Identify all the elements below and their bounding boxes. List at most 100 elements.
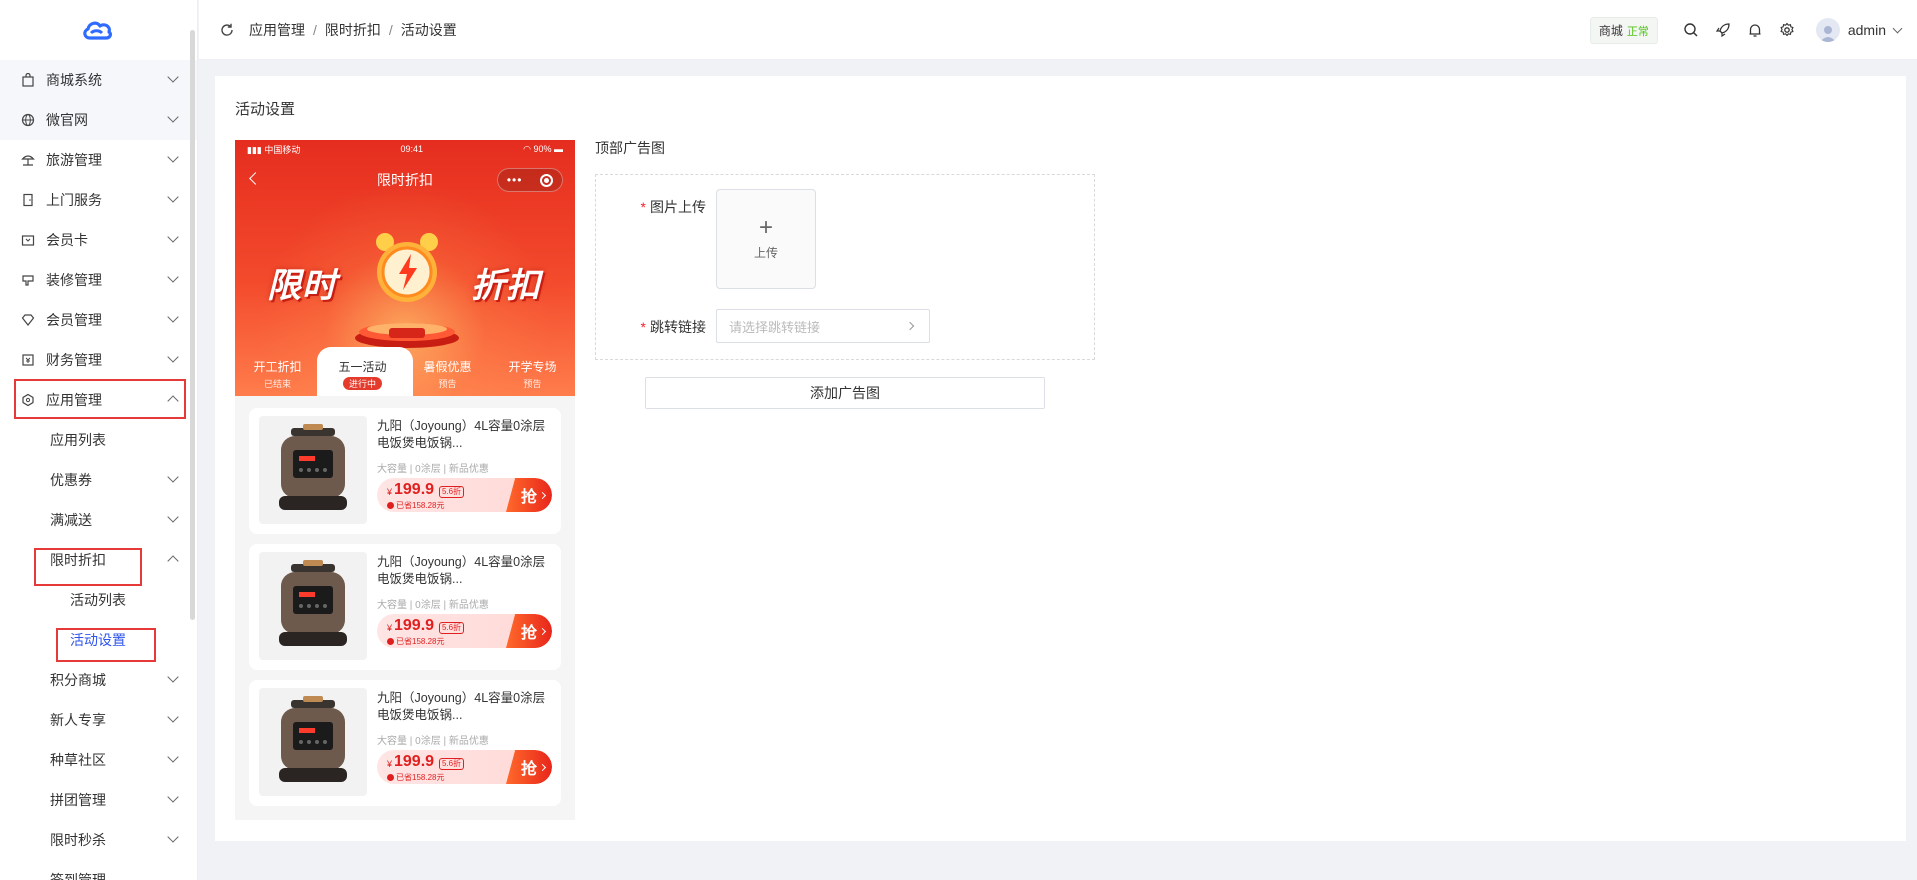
bell-icon[interactable]	[1746, 21, 1764, 39]
product-image	[259, 416, 367, 524]
sidebar-item-website[interactable]: 微官网	[0, 100, 197, 140]
tab-activity[interactable]: 开学专场 预告	[490, 350, 575, 396]
sidebar-item-newcomer[interactable]: 新人专享	[0, 700, 197, 740]
breadcrumb-item[interactable]: 限时折扣	[325, 20, 381, 40]
sidebar-item-member-manage[interactable]: 会员管理	[0, 300, 197, 340]
sidebar-scrollbar[interactable]	[190, 30, 195, 620]
rocket-icon[interactable]	[1714, 21, 1732, 39]
product-name: 九阳（Joyoung）4L容量0涂层电饭煲电饭锅...	[377, 555, 546, 586]
sidebar-item-finance[interactable]: 财务管理	[0, 340, 197, 380]
chevron-down-icon	[167, 471, 179, 483]
door-icon	[20, 192, 36, 208]
sidebar-item-travel[interactable]: 旅游管理	[0, 140, 197, 180]
breadcrumb: 应用管理 / 限时折扣 / 活动设置	[249, 20, 457, 40]
status-time: 09:41	[400, 144, 423, 154]
tab-activity[interactable]: 开工折扣 已结束	[235, 350, 320, 396]
product-card[interactable]: 九阳（Joyoung）4L容量0涂层电饭煲电饭锅... 大容量 | 0涂层 | …	[249, 544, 561, 670]
shop-status-text: 正常	[1626, 25, 1649, 38]
price-bar: ¥ 199.9 5.6折 已省158.28元 抢	[377, 750, 552, 784]
battery-icon: ▬	[553, 143, 563, 154]
chevron-down-icon	[167, 791, 179, 803]
main-content: 活动设置 ▮▮▮ 中国移动 09:41 ◠ 90% ▬ 限时折扣 ••• 限时	[215, 76, 1906, 841]
discount-badge: 5.6折	[439, 622, 465, 634]
status-battery: ◠ 90% ▬	[523, 144, 563, 155]
product-tags: 大容量 | 0涂层 | 新品优惠	[377, 736, 489, 747]
sidebar-item-label: 上门服务	[46, 192, 102, 208]
product-price: 199.9	[394, 753, 435, 770]
phone-nav-title: 限时折扣	[377, 172, 433, 188]
logo[interactable]	[0, 0, 197, 60]
back-icon[interactable]	[249, 172, 262, 185]
miniapp-capsule[interactable]: •••	[497, 168, 563, 192]
sidebar-item-member-card[interactable]: 会员卡	[0, 220, 197, 260]
header-actions: 商城 正常 admin	[1589, 0, 1903, 60]
shop-status-badge[interactable]: 商城 正常	[1589, 16, 1658, 44]
sidebar-item-label: 满减送	[50, 512, 92, 528]
page-title: 活动设置	[235, 101, 296, 118]
arrow-right-icon	[538, 627, 547, 635]
tab-label: 开学专场	[508, 360, 557, 374]
product-tags: 大容量 | 0涂层 | 新品优惠	[377, 600, 489, 611]
sidebar-item-points-mall[interactable]: 积分商城	[0, 660, 197, 700]
ad-image-form: * 图片上传 + 上传 * 跳转链接 请选择跳转链接	[595, 174, 1095, 360]
avatar[interactable]	[1815, 18, 1840, 42]
close-target-icon[interactable]	[540, 173, 554, 187]
sidebar-item-home-service[interactable]: 上门服务	[0, 180, 197, 220]
sidebar-item-activity-list[interactable]: 活动列表	[0, 580, 197, 620]
section-title: 顶部广告图	[595, 140, 665, 156]
product-name: 九阳（Joyoung）4L容量0涂层电饭煲电饭锅...	[377, 419, 546, 450]
discount-badge: 5.6折	[439, 758, 465, 770]
jump-link-select[interactable]: 请选择跳转链接	[716, 309, 930, 343]
sidebar-item-label: 财务管理	[46, 352, 102, 368]
sidebar-item-checkin[interactable]: 签到管理	[0, 860, 197, 880]
chevron-down-icon[interactable]	[1892, 23, 1903, 33]
currency-symbol: ¥	[387, 487, 393, 497]
breadcrumb-item[interactable]: 应用管理	[249, 20, 305, 40]
saved-amount: 已省158.28元	[387, 500, 444, 511]
more-icon[interactable]: •••	[507, 173, 523, 187]
sidebar-item-label: 积分商城	[50, 672, 106, 688]
banner-text-left: 限时	[267, 266, 337, 306]
grab-button[interactable]: 抢	[506, 478, 552, 512]
breadcrumb-separator: /	[388, 21, 393, 38]
activity-tabs: 开工折扣 已结束 五一活动 进行中 暑假优惠 预告 开学专场 预告	[235, 350, 575, 396]
currency-symbol: ¥	[387, 623, 393, 633]
chevron-down-icon	[167, 231, 179, 243]
cloud-logo-icon	[82, 21, 112, 40]
tab-label: 开工折扣	[253, 360, 302, 374]
sidebar-item-mall[interactable]: 商城系统	[0, 60, 197, 100]
tab-activity-active[interactable]: 五一活动 进行中	[320, 350, 405, 396]
product-card[interactable]: 九阳（Joyoung）4L容量0涂层电饭煲电饭锅... 大容量 | 0涂层 | …	[249, 408, 561, 534]
sidebar-item-flash-sale[interactable]: 限时秒杀	[0, 820, 197, 860]
sidebar-item-coupons[interactable]: 优惠券	[0, 460, 197, 500]
rice-cooker-image	[279, 424, 347, 510]
phone-navbar: 限时折扣 •••	[235, 162, 575, 198]
currency-symbol: ¥	[387, 759, 393, 769]
search-icon[interactable]	[1682, 21, 1700, 39]
grab-button[interactable]: 抢	[506, 750, 552, 784]
sidebar-item-label: 会员管理	[46, 312, 102, 328]
signal-icon: ▮▮▮	[247, 144, 262, 155]
grab-button[interactable]: 抢	[506, 614, 552, 648]
bag-icon	[20, 72, 36, 88]
top-header: 应用管理 / 限时折扣 / 活动设置 商城 正常 admin	[199, 0, 1917, 60]
sidebar-item-community[interactable]: 种草社区	[0, 740, 197, 780]
sidebar-menu: 商城系统 微官网 旅游管理 上门服务 会员卡 装修管理 会员管理 财务管理 应用…	[0, 60, 197, 880]
product-price: 199.9	[394, 617, 435, 634]
stage-podium	[355, 323, 459, 348]
image-upload-button[interactable]: + 上传	[716, 189, 816, 289]
sidebar-item-full-reduction[interactable]: 满减送	[0, 500, 197, 540]
sidebar-item-decoration[interactable]: 装修管理	[0, 260, 197, 300]
product-card[interactable]: 九阳（Joyoung）4L容量0涂层电饭煲电饭锅... 大容量 | 0涂层 | …	[249, 680, 561, 806]
add-ad-image-button[interactable]: 添加广告图	[645, 377, 1045, 409]
gear-icon[interactable]	[1778, 21, 1796, 39]
refresh-icon[interactable]	[219, 22, 235, 38]
breadcrumb-separator: /	[313, 21, 317, 38]
discount-badge: 5.6折	[439, 486, 465, 498]
username[interactable]: admin	[1848, 22, 1886, 38]
sidebar-item-label: 微官网	[46, 112, 88, 128]
sidebar-item-group-buy[interactable]: 拼团管理	[0, 780, 197, 820]
tab-activity[interactable]: 暑假优惠 预告	[405, 350, 490, 396]
sidebar-item-app-list[interactable]: 应用列表	[0, 420, 197, 460]
tab-label: 暑假优惠	[423, 360, 472, 374]
